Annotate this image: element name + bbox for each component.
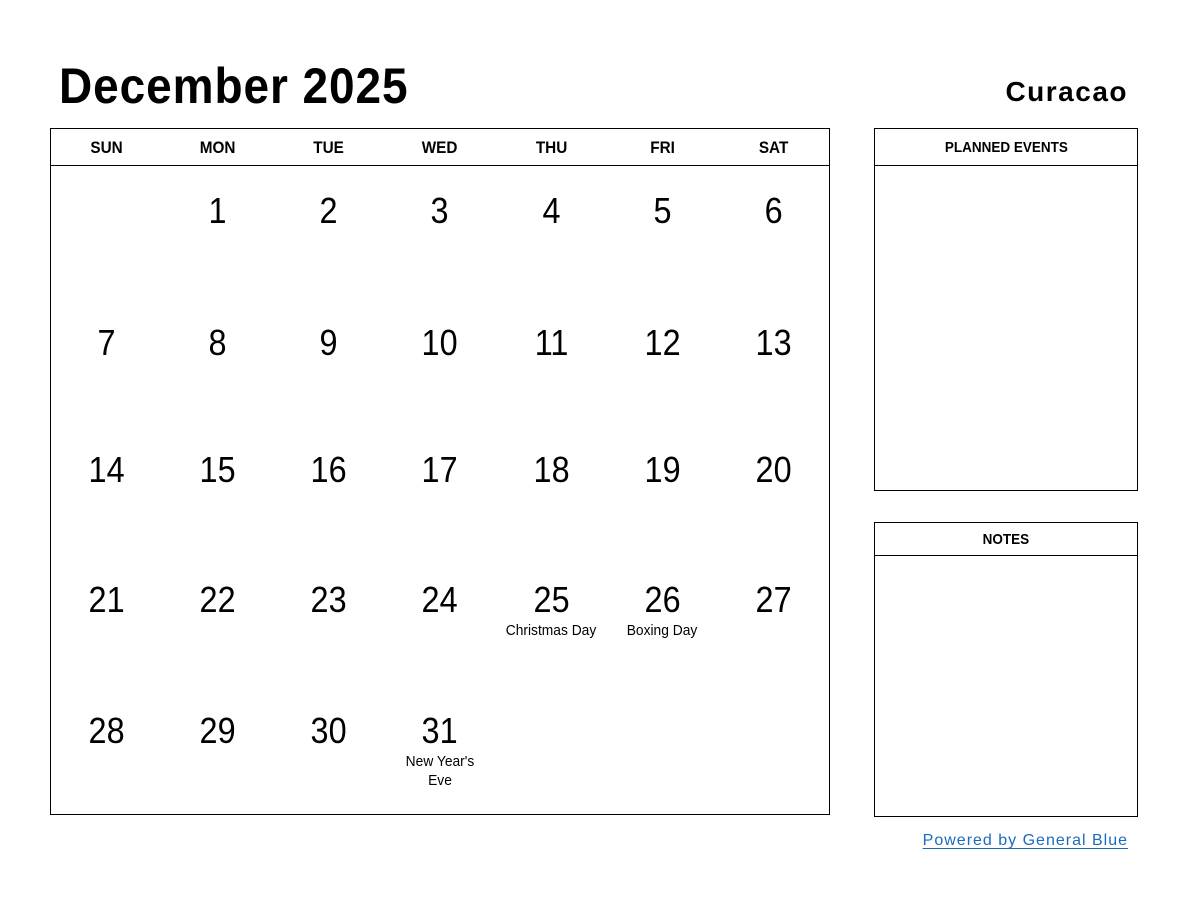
day-number: 20 xyxy=(755,449,792,490)
day-cell: 20 xyxy=(718,425,829,555)
weekday-wed: WED xyxy=(422,138,458,157)
day-number: 16 xyxy=(310,449,347,490)
day-cell: 14 xyxy=(51,425,162,555)
day-number: 24 xyxy=(421,579,459,620)
day-cell: 11 xyxy=(496,298,607,425)
calendar-grid: SUN MON TUE WED THU FRI SAT 1 2 3 4 5 6 7 8 9 10 1… xyxy=(50,128,830,815)
day-cell: 5 xyxy=(607,166,718,298)
empty-day-cell xyxy=(718,686,829,814)
day-number: 12 xyxy=(644,322,681,363)
day-cell: 9 xyxy=(273,298,384,425)
day-number: 19 xyxy=(644,449,681,490)
day-number: 2 xyxy=(319,190,338,231)
notes-area[interactable] xyxy=(875,556,1137,812)
weekday-sun: SUN xyxy=(90,138,123,157)
day-cell: 13 xyxy=(718,298,829,425)
notes-title: NOTES xyxy=(982,531,1030,548)
day-cell: 25 Christmas Day xyxy=(496,555,607,686)
day-cell: 19 xyxy=(607,425,718,555)
day-number: 28 xyxy=(88,710,125,751)
weekday-tue: TUE xyxy=(313,138,345,157)
holiday-label: Boxing Day xyxy=(626,622,698,639)
day-cell: 10 xyxy=(384,298,495,425)
empty-day-cell xyxy=(496,686,607,814)
day-cell: 6 xyxy=(718,166,829,298)
day-cell: 23 xyxy=(273,555,384,686)
empty-day-cell xyxy=(51,166,162,298)
day-number: 5 xyxy=(653,190,672,231)
day-cell: 2 xyxy=(273,166,384,298)
empty-day-cell xyxy=(607,686,718,814)
planned-events-title: PLANNED EVENTS xyxy=(944,139,1068,156)
day-number: 13 xyxy=(755,322,792,363)
day-number: 23 xyxy=(310,579,347,620)
weekday-sat: SAT xyxy=(758,138,789,157)
day-cell: 1 xyxy=(162,166,273,298)
day-cell: 22 xyxy=(162,555,273,686)
day-cell: 18 xyxy=(496,425,607,555)
day-cell: 21 xyxy=(51,555,162,686)
day-number: 14 xyxy=(88,449,125,490)
weekday-mon: MON xyxy=(199,138,236,157)
day-number: 17 xyxy=(421,449,459,490)
planned-events-panel: PLANNED EVENTS xyxy=(874,128,1138,491)
day-cell: 26 Boxing Day xyxy=(607,555,718,686)
day-cell: 15 xyxy=(162,425,273,555)
day-number: 27 xyxy=(755,579,792,620)
powered-by-link[interactable]: Powered by General Blue xyxy=(923,832,1128,850)
day-cell: 3 xyxy=(384,166,495,298)
day-number: 10 xyxy=(421,322,459,363)
planned-events-area[interactable] xyxy=(875,166,1137,490)
day-number: 21 xyxy=(88,579,125,620)
day-number: 18 xyxy=(533,449,570,490)
day-number: 29 xyxy=(199,710,236,751)
day-number: 15 xyxy=(199,449,236,490)
day-number: 30 xyxy=(310,710,347,751)
day-number: 25 xyxy=(533,579,570,620)
calendar-body: 1 2 3 4 5 6 7 8 9 10 11 12 13 14 15 16 17 18 19 20 21 22 23 24 2… xyxy=(51,166,829,814)
day-number: 6 xyxy=(764,190,783,231)
day-number: 22 xyxy=(199,579,236,620)
page-title: December 2025 xyxy=(59,58,409,114)
weekday-fri: FRI xyxy=(649,138,675,157)
notes-header: NOTES xyxy=(875,523,1137,556)
day-cell: 4 xyxy=(496,166,607,298)
day-cell: 31 New Year's Eve xyxy=(384,686,495,814)
weekday-header-row: SUN MON TUE WED THU FRI SAT xyxy=(51,129,829,166)
day-cell: 16 xyxy=(273,425,384,555)
weekday-thu: THU xyxy=(535,138,567,157)
day-cell: 29 xyxy=(162,686,273,814)
day-number: 3 xyxy=(430,190,449,231)
planned-events-header: PLANNED EVENTS xyxy=(875,129,1137,166)
day-cell: 30 xyxy=(273,686,384,814)
day-cell: 27 xyxy=(718,555,829,686)
day-number: 11 xyxy=(534,322,568,363)
region-label: Curacao xyxy=(1005,76,1128,107)
day-number: 31 xyxy=(421,710,459,751)
notes-panel: NOTES xyxy=(874,522,1138,817)
day-cell: 7 xyxy=(51,298,162,425)
day-number: 9 xyxy=(319,322,338,363)
day-cell: 17 xyxy=(384,425,495,555)
day-number: 1 xyxy=(208,190,227,231)
day-number: 8 xyxy=(208,322,227,363)
day-cell: 12 xyxy=(607,298,718,425)
day-number: 4 xyxy=(542,190,561,231)
day-cell: 8 xyxy=(162,298,273,425)
day-number: 26 xyxy=(644,579,681,620)
day-number: 7 xyxy=(97,322,116,363)
holiday-label: Christmas Day xyxy=(505,622,597,639)
day-cell: 28 xyxy=(51,686,162,814)
day-cell: 24 xyxy=(384,555,495,686)
holiday-label: New Year's Eve xyxy=(405,753,475,789)
